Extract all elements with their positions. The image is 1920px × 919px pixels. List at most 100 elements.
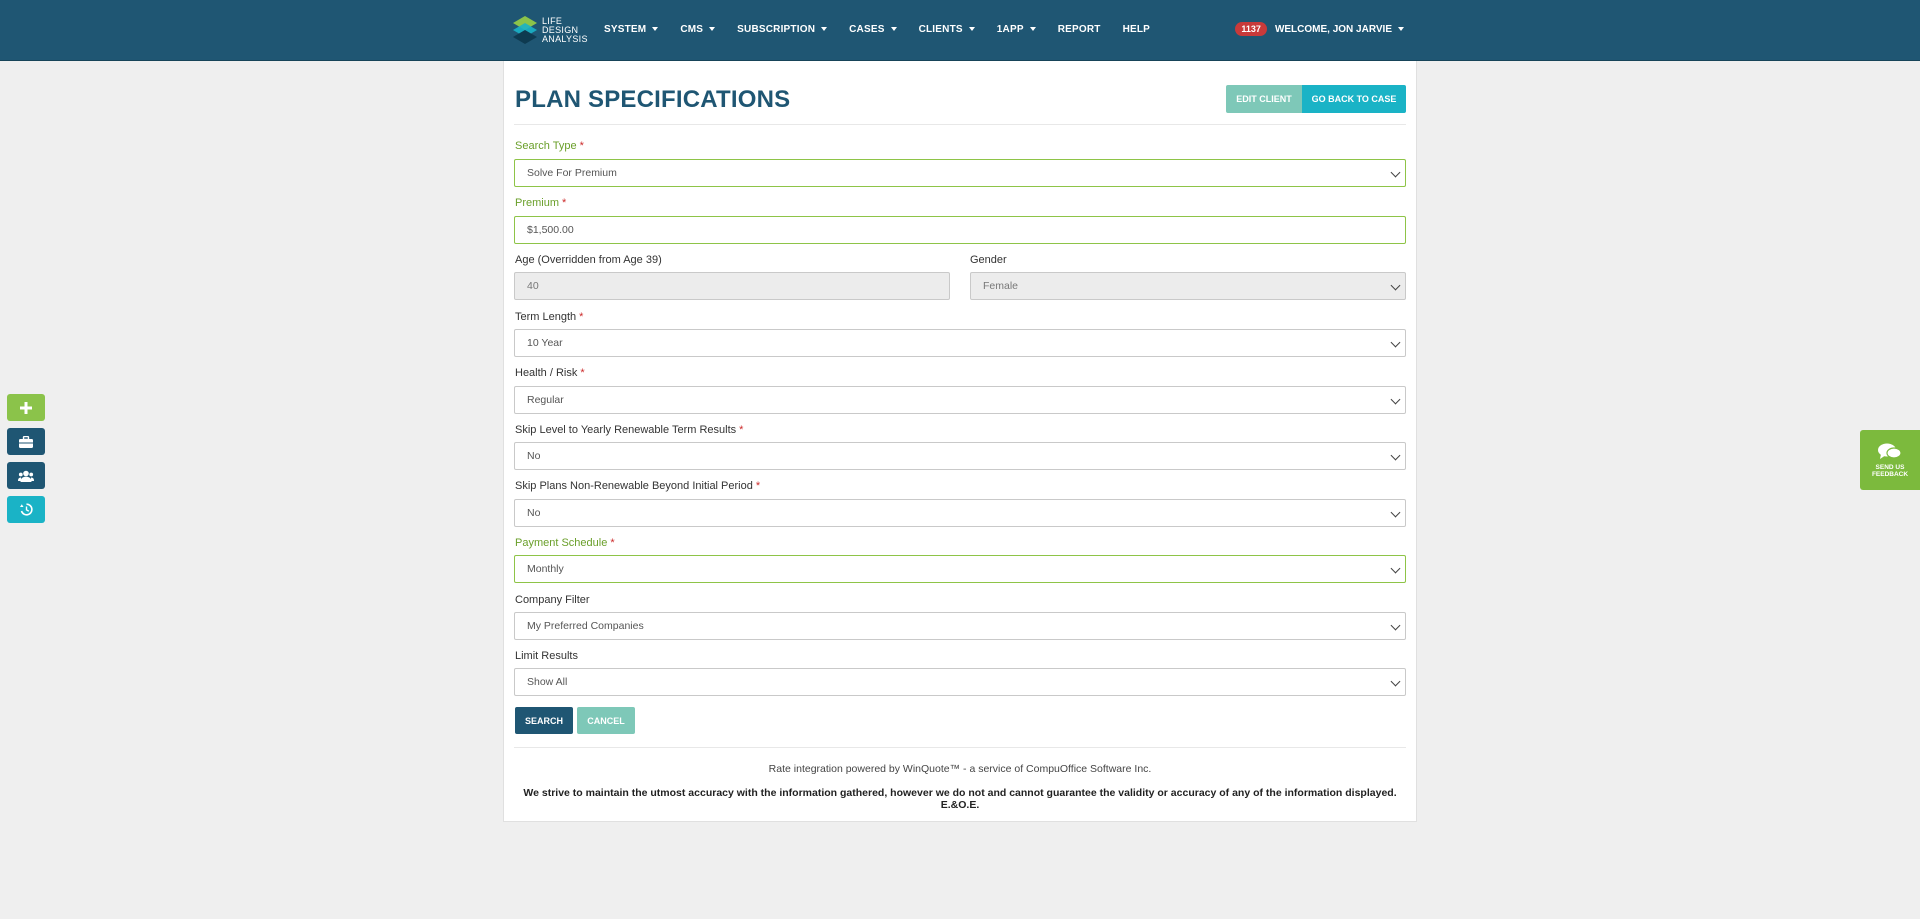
term-length-label: Term Length * [515, 311, 583, 323]
nav-report-label: REPORT [1057, 23, 1101, 35]
nav-help[interactable]: HELP [1123, 24, 1150, 35]
premium-label: Premium * [515, 197, 566, 209]
limit-results-select[interactable]: Show All [514, 668, 1406, 696]
gender-label: Gender [970, 254, 1007, 266]
chevron-down-icon [1390, 280, 1401, 291]
nav-subscription[interactable]: SUBSCRIPTION [737, 23, 828, 35]
required-marker: * [755, 480, 761, 492]
caret-down-icon [1029, 27, 1036, 31]
feedback-label: SEND US FEEDBACK [1872, 464, 1908, 478]
age-label: Age (Overridden from Age 39) [515, 254, 662, 266]
nav-cms-label: CMS [680, 23, 704, 35]
caret-down-icon [968, 27, 975, 31]
users-icon [18, 470, 34, 482]
skip-level-value: No [527, 450, 541, 462]
nav-system[interactable]: SYSTEM [604, 23, 659, 35]
payment-schedule-label: Payment Schedule * [515, 537, 615, 549]
nav-1app[interactable]: 1APP [997, 24, 1036, 35]
nav-clients-label: CLIENTS [918, 23, 963, 35]
company-filter-label-text: Company Filter [515, 594, 590, 606]
company-filter-select[interactable]: My Preferred Companies [514, 612, 1406, 640]
powered-by-text: Rate integration powered by WinQuote™ - … [768, 763, 1152, 775]
page-title: PLAN SPECIFICATIONS [515, 86, 791, 113]
gender-value: Female [983, 280, 1019, 292]
go-back-to-case-button[interactable]: GO BACK TO CASE [1302, 85, 1406, 113]
search-type-label-text: Search Type [515, 140, 577, 152]
logo-mark-icon [513, 16, 537, 44]
chevron-down-icon [1390, 563, 1401, 574]
cancel-button[interactable]: CANCEL [577, 707, 635, 734]
limit-results-label-text: Limit Results [515, 650, 578, 662]
skip-plans-label: Skip Plans Non-Renewable Beyond Initial … [515, 480, 760, 492]
nav-clients[interactable]: CLIENTS [919, 24, 975, 35]
caret-down-icon [709, 27, 716, 31]
search-type-label: Search Type * [515, 140, 584, 152]
chat-bubbles-icon [1878, 443, 1902, 459]
top-navbar: LIFE DESIGN ANALYSIS SYSTEM CMS SUBSCRIP… [0, 0, 1920, 61]
age-value: 40 [527, 280, 539, 292]
caret-down-icon [1398, 27, 1404, 31]
premium-input[interactable]: $1,500.00 [514, 216, 1406, 244]
health-risk-select[interactable]: Regular [514, 386, 1406, 414]
required-marker: * [739, 424, 744, 436]
feedback-line-2: FEEDBACK [1871, 470, 1909, 478]
briefcase-icon [19, 435, 33, 448]
header-divider [514, 124, 1406, 125]
payment-schedule-label-text: Payment Schedule [515, 537, 608, 549]
gender-select: Female [970, 272, 1406, 300]
required-marker: * [610, 537, 615, 549]
required-marker: * [562, 197, 567, 209]
company-filter-value: My Preferred Companies [527, 620, 644, 632]
health-risk-value: Regular [527, 394, 564, 406]
age-label-text: Age (Overridden from Age 39) [515, 254, 662, 266]
skip-plans-select[interactable]: No [514, 499, 1406, 527]
limit-results-value: Show All [527, 676, 568, 688]
chevron-down-icon [1390, 167, 1401, 178]
skip-level-select[interactable]: No [514, 442, 1406, 470]
brand-logo[interactable]: LIFE DESIGN ANALYSIS [512, 14, 588, 46]
chevron-down-icon [1390, 620, 1401, 631]
skip-plans-value: No [527, 507, 541, 519]
required-marker: * [579, 140, 584, 152]
payment-schedule-value: Monthly [527, 563, 564, 575]
feedback-line-1: SEND US [1875, 463, 1905, 471]
notification-badge[interactable]: 1137 [1235, 22, 1267, 36]
health-risk-label-text: Health / Risk [515, 367, 578, 379]
search-type-value: Solve For Premium [527, 167, 617, 179]
welcome-text: WELCOME, JON JARVIE [1274, 23, 1392, 35]
premium-label-text: Premium [515, 197, 560, 209]
quick-cases-button[interactable] [7, 428, 45, 455]
quick-clients-button[interactable] [7, 462, 45, 489]
header-actions: EDIT CLIENT GO BACK TO CASE [1226, 85, 1406, 113]
limit-results-label: Limit Results [515, 650, 578, 662]
quick-add-button[interactable] [7, 394, 45, 421]
nav-subscription-label: SUBSCRIPTION [737, 23, 816, 35]
skip-level-label-text: Skip Level to Yearly Renewable Term Resu… [515, 424, 737, 436]
caret-down-icon [652, 27, 659, 31]
edit-client-button[interactable]: EDIT CLIENT [1226, 85, 1302, 113]
quick-history-button[interactable] [7, 496, 45, 523]
caret-down-icon [821, 27, 828, 31]
user-menu[interactable]: 1137 WELCOME, JON JARVIE [1235, 0, 1404, 58]
term-length-select[interactable]: 10 Year [514, 329, 1406, 357]
nav-system-label: SYSTEM [604, 23, 647, 35]
nav-cms[interactable]: CMS [680, 23, 716, 35]
required-marker: * [579, 311, 584, 323]
logo-text: LIFE DESIGN ANALYSIS [542, 16, 588, 44]
send-feedback-button[interactable]: SEND US FEEDBACK [1860, 430, 1920, 490]
search-type-select[interactable]: Solve For Premium [514, 159, 1406, 187]
chevron-down-icon [1390, 676, 1401, 687]
nav-cases-label: CASES [849, 23, 885, 35]
plus-icon [20, 401, 32, 414]
chevron-down-icon [1390, 394, 1401, 405]
term-length-label-text: Term Length [515, 311, 577, 323]
logo-line-3: ANALYSIS [542, 33, 588, 44]
chevron-down-icon [1390, 337, 1401, 348]
required-marker: * [580, 367, 585, 379]
nav-report[interactable]: REPORT [1058, 24, 1101, 35]
nav-1app-label: 1APP [996, 23, 1024, 35]
search-button[interactable]: SEARCH [515, 707, 573, 734]
nav-cases[interactable]: CASES [849, 23, 897, 35]
payment-schedule-select[interactable]: Monthly [514, 555, 1406, 583]
age-input: 40 [514, 272, 950, 300]
